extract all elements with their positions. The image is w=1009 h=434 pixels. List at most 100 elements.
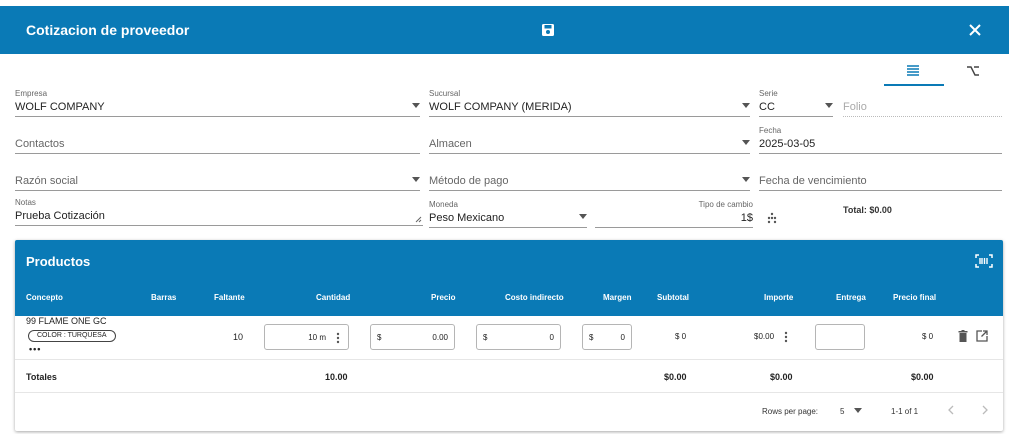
precio-value: 0.00 xyxy=(432,333,448,342)
serie-value: CC xyxy=(759,101,775,113)
fecha-label: Fecha xyxy=(759,126,782,135)
sucursal-label: Sucursal xyxy=(429,89,461,98)
list-icon xyxy=(907,65,919,76)
tipo-cambio-label: Tipo de cambio xyxy=(698,200,753,209)
precio-prefix: $ xyxy=(377,333,382,342)
serie-select[interactable]: Serie CC xyxy=(759,89,833,117)
tipo-cambio-input[interactable]: Tipo de cambio 1$ xyxy=(595,200,753,228)
total-summary: Total: $0.00 xyxy=(843,205,892,215)
empresa-select[interactable]: Empresa WOLF COMPANY xyxy=(15,89,420,117)
tipo-cambio-value: 1$ xyxy=(740,212,753,224)
kebab-menu-icon[interactable] xyxy=(336,332,340,344)
notas-textarea[interactable]: Notas Prueba Cotización xyxy=(15,198,423,226)
costo-indirecto-input[interactable]: $ 0 xyxy=(476,324,561,350)
column-barras: Barras xyxy=(151,293,177,302)
attribute-chip[interactable]: COLOR : TURQUESA xyxy=(28,330,116,342)
fecha-vencimiento-placeholder: Fecha de vencimiento xyxy=(759,175,867,187)
resize-grip-icon[interactable] xyxy=(415,216,422,223)
precio-final-value: $ 0 xyxy=(922,332,934,341)
margen-input[interactable]: $ 0 xyxy=(582,324,632,350)
chevron-right-icon[interactable] xyxy=(981,405,989,415)
barcode-scan-icon[interactable] xyxy=(975,254,993,268)
calculator-icon[interactable] xyxy=(766,212,778,224)
page-range: 1-1 of 1 xyxy=(891,407,919,416)
metodo-pago-placeholder: Método de pago xyxy=(429,175,509,187)
totals-row: Totales 10.00 $0.00 $0.00 $0.00 xyxy=(15,361,1003,393)
column-importe: Importe xyxy=(764,293,794,302)
chevron-down-icon xyxy=(579,214,587,219)
column-faltante: Faltante xyxy=(214,293,245,302)
chevron-down-icon xyxy=(412,177,420,182)
almacen-placeholder: Almacen xyxy=(429,138,472,150)
precio-input[interactable]: $ 0.00 xyxy=(370,324,455,350)
metodo-pago-select[interactable]: Método de pago xyxy=(429,163,750,191)
entrega-input[interactable] xyxy=(815,324,865,350)
column-costo-indirecto: Costo indirecto xyxy=(505,293,564,302)
folio-input[interactable]: Folio xyxy=(843,89,1002,117)
table-row: 99 FLAME ONE GC COLOR : TURQUESA ••• 10 … xyxy=(15,316,1003,360)
importe-value: $0.00 xyxy=(754,332,775,341)
more-options[interactable]: ••• xyxy=(29,344,41,354)
chevron-down-icon xyxy=(825,103,833,108)
razon-social-placeholder: Razón social xyxy=(15,175,78,187)
notas-label: Notas xyxy=(15,198,36,207)
subtotal-value: $ 0 xyxy=(675,332,687,341)
trash-icon[interactable] xyxy=(958,330,968,342)
productos-header: Productos Concepto Barras Faltante Canti… xyxy=(15,240,1003,316)
totals-label: Totales xyxy=(26,372,57,382)
totals-subtotal: $0.00 xyxy=(664,372,687,382)
costo-value: 0 xyxy=(549,333,554,342)
dialog-title: Cotizacion de proveedor xyxy=(26,22,190,38)
open-external-icon[interactable] xyxy=(976,330,988,342)
tree-icon xyxy=(967,66,979,76)
productos-card: Productos Concepto Barras Faltante Canti… xyxy=(15,240,1003,431)
chevron-left-icon[interactable] xyxy=(947,405,955,415)
cantidad-input[interactable]: 10 m xyxy=(264,324,349,350)
column-precio: Precio xyxy=(431,293,456,302)
column-concepto: Concepto xyxy=(26,293,63,302)
almacen-select[interactable]: Almacen xyxy=(429,126,750,154)
cantidad-value: 10 m xyxy=(308,333,326,342)
faltante-value: 10 xyxy=(233,332,244,342)
sucursal-value: WOLF COMPANY (MERIDA) xyxy=(429,101,572,113)
empresa-value: WOLF COMPANY xyxy=(15,101,105,113)
notas-value: Prueba Cotización xyxy=(15,210,105,222)
chevron-down-icon xyxy=(742,177,750,182)
contactos-placeholder: Contactos xyxy=(15,138,65,150)
totals-cantidad: 10.00 xyxy=(325,372,348,382)
close-icon[interactable] xyxy=(967,22,983,38)
totals-importe: $0.00 xyxy=(770,372,793,382)
rows-per-page-label: Rows per page: xyxy=(762,407,819,416)
productos-title: Productos xyxy=(26,254,91,269)
costo-prefix: $ xyxy=(483,333,488,342)
folio-placeholder: Folio xyxy=(843,101,867,113)
rows-per-page-select[interactable]: 5 xyxy=(840,407,844,416)
margen-value: 0 xyxy=(620,333,625,342)
moneda-label: Moneda xyxy=(429,200,458,209)
column-subtotal: Subtotal xyxy=(657,293,689,302)
chevron-down-icon[interactable] xyxy=(854,408,862,413)
empresa-label: Empresa xyxy=(15,89,48,98)
kebab-menu-icon[interactable] xyxy=(784,331,788,343)
column-margen: Margen xyxy=(603,293,632,302)
column-entrega: Entrega xyxy=(836,293,866,302)
chevron-down-icon xyxy=(742,140,750,145)
moneda-value: Peso Mexicano xyxy=(429,212,505,224)
fecha-vencimiento-input[interactable]: Fecha de vencimiento xyxy=(759,163,1002,191)
column-cantidad: Cantidad xyxy=(316,293,351,302)
chevron-down-icon xyxy=(742,103,750,108)
concepto-value: 99 FLAME ONE GC xyxy=(26,316,107,326)
margen-prefix: $ xyxy=(589,333,594,342)
fecha-input[interactable]: Fecha 2025-03-05 xyxy=(759,126,1002,154)
moneda-select[interactable]: Moneda Peso Mexicano xyxy=(429,200,587,228)
chevron-down-icon xyxy=(412,103,420,108)
razon-social-select[interactable]: Razón social xyxy=(15,163,420,191)
serie-label: Serie xyxy=(759,89,778,98)
contactos-input[interactable]: Contactos xyxy=(15,126,420,154)
tab-tree-view[interactable] xyxy=(944,60,1004,86)
tab-list-view[interactable] xyxy=(884,60,944,86)
save-icon[interactable] xyxy=(541,23,555,37)
sucursal-select[interactable]: Sucursal WOLF COMPANY (MERIDA) xyxy=(429,89,750,117)
column-precio-final: Precio final xyxy=(893,293,937,302)
dialog-header: Cotizacion de proveedor xyxy=(0,6,1009,54)
